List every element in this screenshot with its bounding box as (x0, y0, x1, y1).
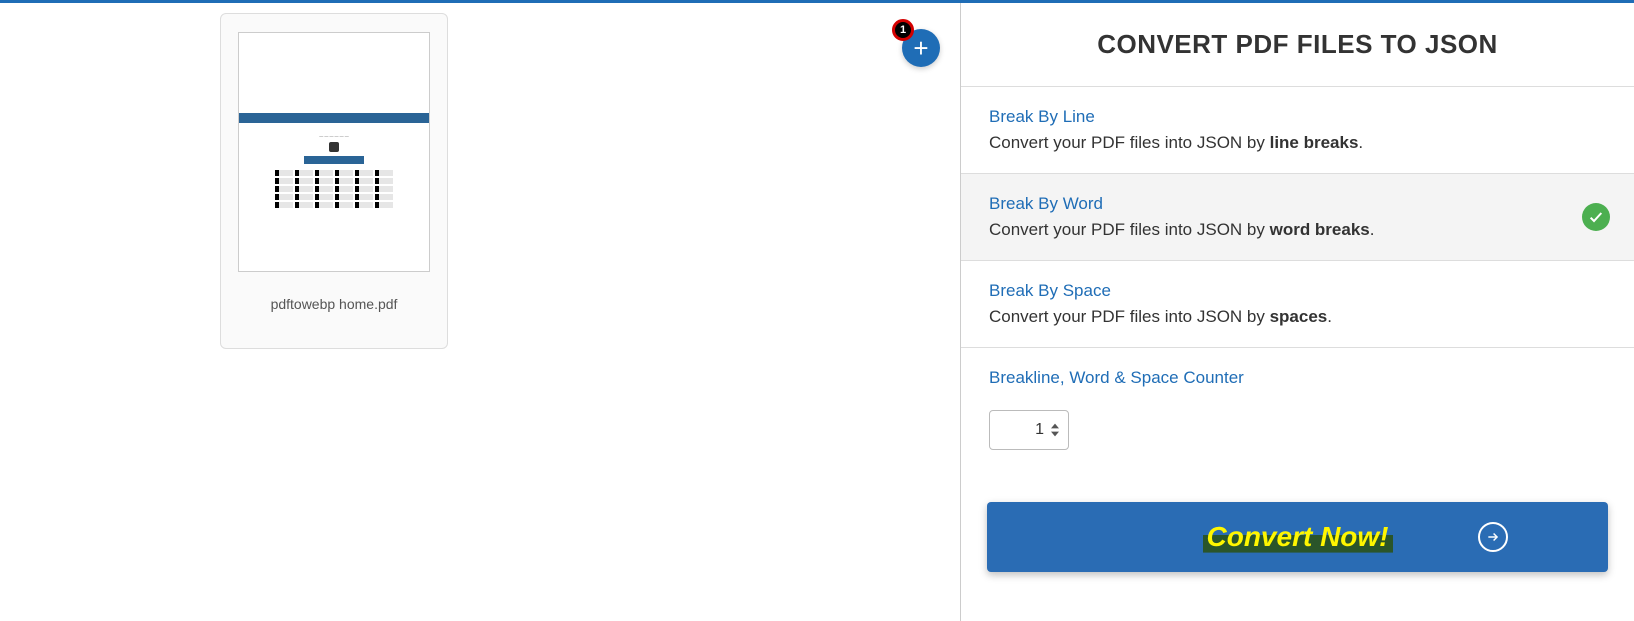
arrow-right-circle-icon (1478, 522, 1508, 552)
check-icon (1582, 203, 1610, 231)
file-card[interactable]: — — — — — — pdftowebp home.pdf (220, 13, 448, 349)
convert-label: Convert Now! (1203, 521, 1393, 553)
file-count-badge: 1 (892, 19, 914, 41)
options-panel: CONVERT PDF FILES TO JSON Break By Line … (960, 3, 1634, 621)
option-break-by-space[interactable]: Break By Space Convert your PDF files in… (961, 261, 1634, 348)
spin-up-icon[interactable] (1050, 422, 1060, 430)
convert-button[interactable]: Convert Now! (987, 502, 1608, 572)
option-desc: Convert your PDF files into JSON by line… (989, 133, 1606, 153)
option-desc: Convert your PDF files into JSON by spac… (989, 307, 1606, 327)
plus-icon: + (913, 33, 928, 64)
files-area: — — — — — — pdftowebp home.pdf + (0, 3, 960, 621)
option-break-by-word[interactable]: Break By Word Convert your PDF files int… (961, 174, 1634, 261)
option-title: Break By Word (989, 194, 1606, 214)
counter-value: 1 (998, 421, 1050, 439)
option-title: Break By Space (989, 281, 1606, 301)
file-name: pdftowebp home.pdf (271, 296, 398, 312)
option-desc: Convert your PDF files into JSON by word… (989, 220, 1606, 240)
option-title: Break By Line (989, 107, 1606, 127)
counter-label: Breakline, Word & Space Counter (989, 368, 1606, 388)
file-thumbnail: — — — — — — (238, 32, 430, 272)
option-break-by-line[interactable]: Break By Line Convert your PDF files int… (961, 87, 1634, 174)
panel-title: CONVERT PDF FILES TO JSON (961, 3, 1634, 87)
counter-block: Breakline, Word & Space Counter 1 (961, 348, 1634, 450)
add-file-button[interactable]: + 1 (902, 29, 940, 67)
counter-input[interactable]: 1 (989, 410, 1069, 450)
spin-down-icon[interactable] (1050, 430, 1060, 438)
